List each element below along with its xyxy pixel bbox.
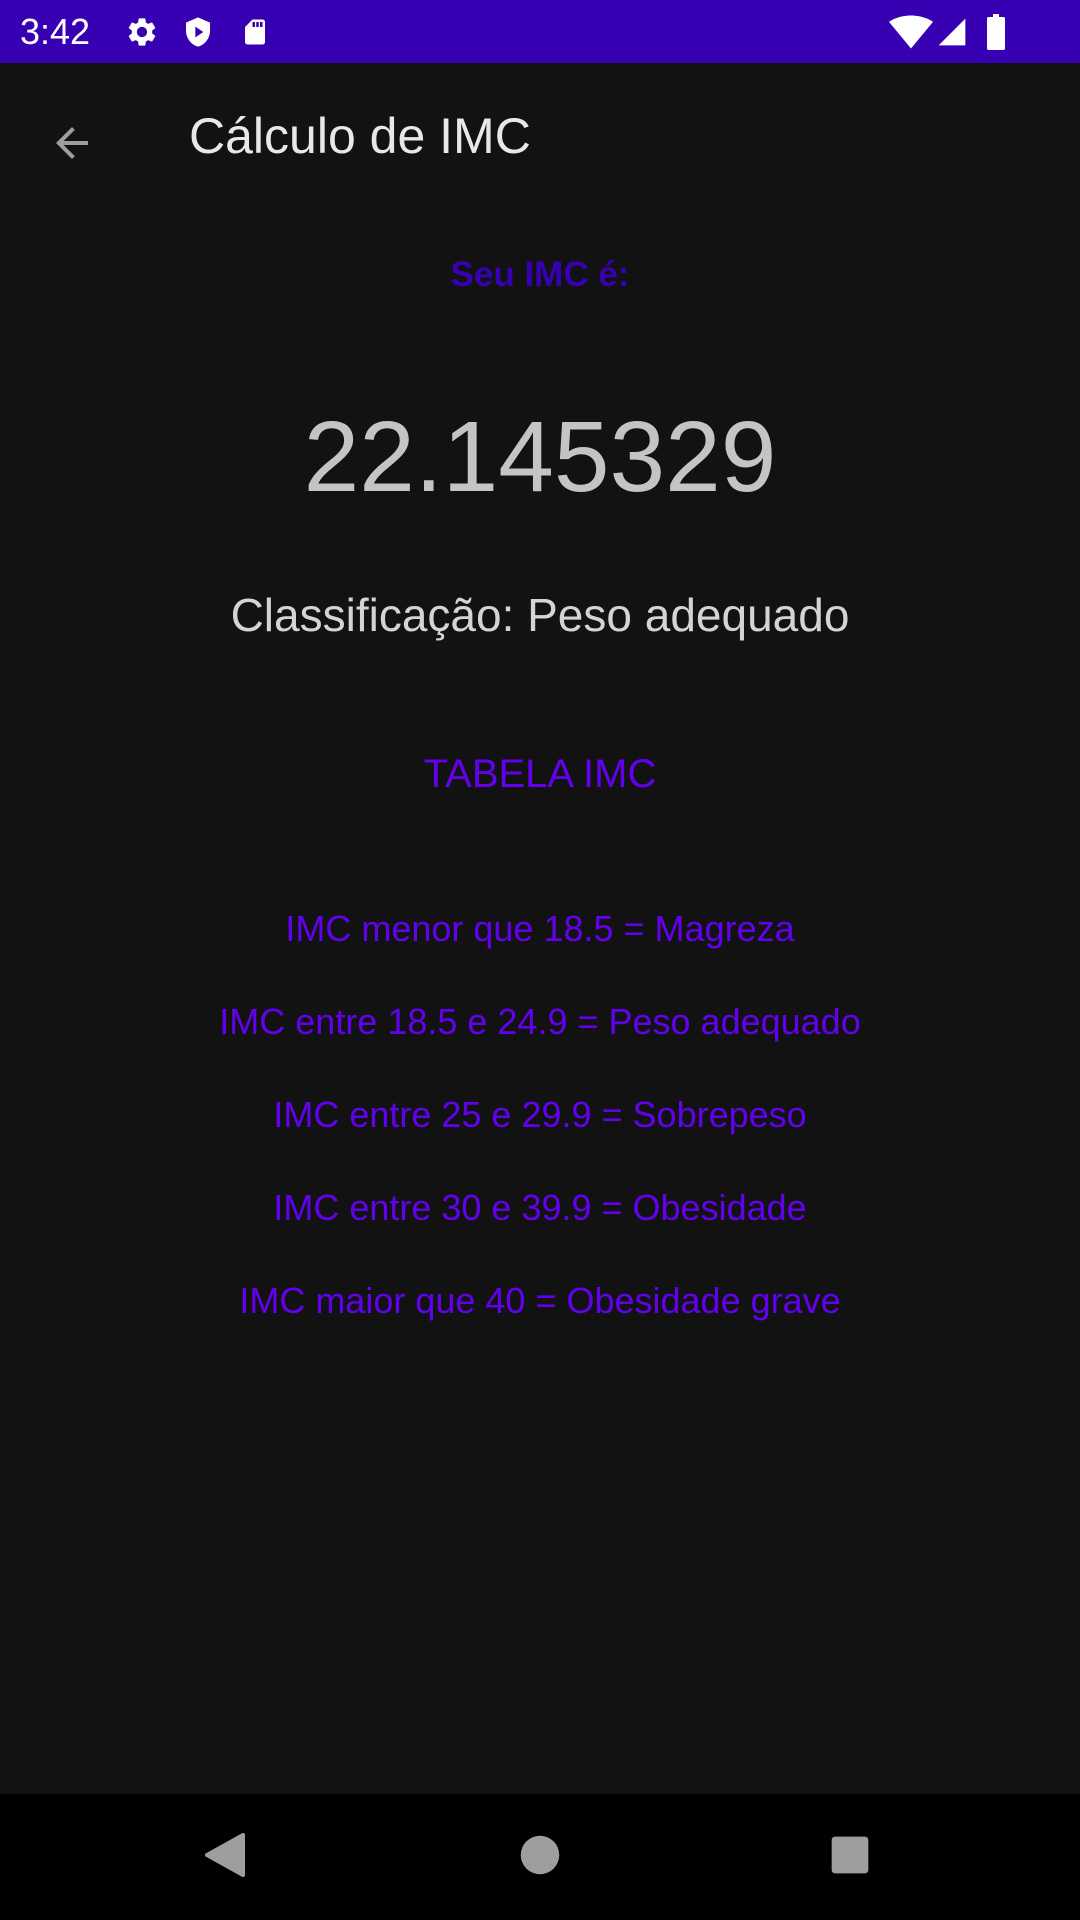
imc-label: Seu IMC é:: [450, 255, 630, 294]
table-row: IMC entre 18.5 e 24.9 = Peso adequado: [219, 1001, 861, 1042]
nav-recents-icon: [830, 1835, 870, 1880]
signal-icon: [934, 0, 970, 63]
nav-back-icon: [203, 1831, 247, 1884]
back-button[interactable]: [30, 103, 114, 187]
navigation-bar: [0, 1794, 1080, 1920]
arrow-back-icon: [48, 119, 96, 172]
app-bar: Cálculo de IMC: [0, 63, 1080, 210]
battery-icon: [982, 0, 1010, 63]
status-bar: 3:42: [0, 0, 1080, 63]
table-row: IMC entre 30 e 39.9 = Obesidade: [273, 1187, 807, 1228]
table-row: IMC maior que 40 = Obesidade grave: [239, 1280, 841, 1321]
table-title: TABELA IMC: [423, 752, 657, 796]
sd-card-icon: [235, 0, 275, 63]
table-row: IMC menor que 18.5 = Magreza: [285, 908, 795, 949]
classification-text: Classificação: Peso adequado: [230, 589, 850, 641]
shield-play-icon: [178, 0, 218, 63]
gear-icon: [122, 0, 162, 63]
wifi-icon: [888, 0, 934, 63]
nav-recents-button[interactable]: [810, 1817, 890, 1897]
nav-home-icon: [519, 1834, 561, 1881]
nav-home-button[interactable]: [500, 1817, 580, 1897]
status-time: 3:42: [20, 11, 91, 52]
page-title: Cálculo de IMC: [189, 108, 531, 164]
imc-value: 22.145329: [303, 401, 777, 513]
table-row: IMC entre 25 e 29.9 = Sobrepeso: [273, 1094, 807, 1135]
nav-back-button[interactable]: [185, 1817, 265, 1897]
